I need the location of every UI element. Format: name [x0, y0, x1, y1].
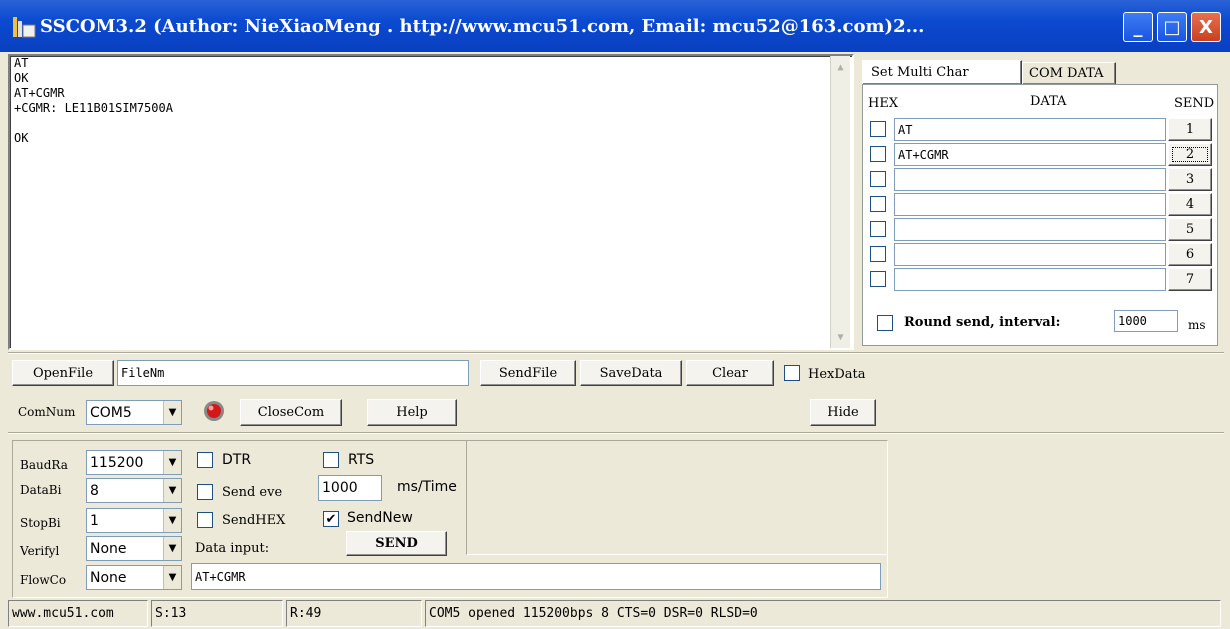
rts-label: RTS [348, 452, 375, 468]
baud-select[interactable]: 115200 ▼ [86, 450, 182, 475]
help-button[interactable]: Help [367, 399, 457, 426]
tab-com-data[interactable]: COM DATA [1022, 62, 1116, 84]
multi-data-input[interactable] [894, 243, 1166, 266]
multi-send-button[interactable]: 5 [1168, 218, 1212, 241]
stopbits-label: StopBi [20, 516, 61, 530]
multi-data-input[interactable]: AT [894, 118, 1166, 141]
chevron-down-icon[interactable]: ▼ [163, 509, 181, 532]
send-hex-checkbox[interactable] [197, 512, 213, 528]
round-send-label: Round send, interval: [904, 314, 1061, 330]
app-icon [13, 17, 36, 38]
window-title: SSCOM3.2 (Author: NieXiaoMeng . http://w… [40, 16, 925, 37]
close-icon: X [1199, 16, 1213, 38]
round-interval-unit: ms [1188, 318, 1206, 332]
chevron-down-icon[interactable]: ▼ [163, 566, 181, 589]
multi-char-panel: Set Multi Char COM DATA HEX DATA SEND AT… [858, 54, 1224, 350]
scroll-up-icon[interactable]: ▲ [831, 58, 850, 76]
baud-label: BaudRa [20, 458, 68, 472]
status-site: www.mcu51.com [8, 600, 148, 627]
open-file-button[interactable]: OpenFile [12, 360, 114, 386]
hex-checkbox[interactable] [870, 246, 886, 262]
close-button[interactable]: X [1191, 12, 1221, 42]
title-bar[interactable]: SSCOM3.2 (Author: NieXiaoMeng . http://w… [0, 0, 1230, 52]
hide-button[interactable]: Hide [810, 399, 876, 426]
save-data-button[interactable]: SaveData [580, 360, 682, 386]
send-new-checkbox[interactable]: ✔ [323, 511, 339, 527]
status-sent-count: S:13 [151, 600, 283, 627]
round-send-checkbox[interactable] [877, 315, 893, 331]
divider [8, 432, 1224, 434]
tab-set-multi-char[interactable]: Set Multi Char [862, 60, 1022, 84]
data-header: DATA [1030, 93, 1067, 109]
main-window: SSCOM3.2 (Author: NieXiaoMeng . http://w… [0, 0, 1230, 629]
maximize-button[interactable]: □ [1157, 12, 1187, 42]
multi-data-input[interactable]: AT+CGMR [894, 143, 1166, 166]
status-received-count: R:49 [286, 600, 422, 627]
verify-select[interactable]: None ▼ [86, 536, 182, 561]
dtr-checkbox[interactable] [197, 452, 213, 468]
divider [8, 352, 1224, 354]
multi-send-button[interactable]: 2 [1168, 143, 1212, 166]
multi-data-input[interactable] [894, 193, 1166, 216]
output-scrollbar[interactable]: ▲ ▼ [830, 56, 850, 348]
hex-data-label: HexData [808, 366, 866, 382]
chevron-down-icon[interactable]: ▼ [163, 401, 181, 424]
send-every-label: Send eve [222, 484, 283, 500]
multi-data-input[interactable] [894, 218, 1166, 241]
multi-send-button[interactable]: 4 [1168, 193, 1212, 216]
file-name-input[interactable]: FileNm [117, 360, 469, 386]
send-file-button[interactable]: SendFile [480, 360, 576, 386]
output-text[interactable]: AT OK AT+CGMR +CGMR: LE11B01SIM7500A OK [12, 56, 827, 346]
round-interval-input[interactable]: 1000 [1114, 310, 1178, 332]
multi-send-button[interactable]: 1 [1168, 118, 1212, 141]
databits-select[interactable]: 8 ▼ [86, 478, 182, 503]
minimize-button[interactable]: _ [1123, 12, 1153, 42]
maximize-icon: □ [1163, 16, 1181, 38]
send-interval-unit: ms/Time [397, 479, 457, 495]
close-com-button[interactable]: CloseCom [240, 399, 342, 426]
dtr-label: DTR [222, 452, 252, 468]
multi-data-input[interactable] [894, 268, 1166, 291]
multi-data-input[interactable] [894, 168, 1166, 191]
status-port: COM5 opened 115200bps 8 CTS=0 DSR=0 RLSD… [425, 600, 1221, 627]
send-button[interactable]: SEND [346, 531, 447, 556]
verify-label: Verifyl [20, 544, 60, 558]
send-hex-label: SendHEX [222, 512, 286, 528]
receive-info-group [466, 440, 888, 555]
multi-send-button[interactable]: 6 [1168, 243, 1212, 266]
send-header: SEND [1174, 95, 1215, 111]
scroll-down-icon[interactable]: ▼ [831, 328, 850, 346]
hex-checkbox[interactable] [870, 121, 886, 137]
hex-data-checkbox[interactable] [784, 365, 800, 381]
chevron-down-icon[interactable]: ▼ [163, 479, 181, 502]
hex-checkbox[interactable] [870, 196, 886, 212]
rts-checkbox[interactable] [323, 452, 339, 468]
flow-select[interactable]: None ▼ [86, 565, 182, 590]
hex-checkbox[interactable] [870, 171, 886, 187]
databits-label: DataBi [20, 483, 62, 497]
data-input-label: Data input: [195, 540, 270, 556]
clear-button[interactable]: Clear [686, 360, 774, 386]
flow-label: FlowCo [20, 573, 67, 587]
com-num-select[interactable]: COM5 ▼ [86, 400, 182, 425]
send-new-label: SendNew [347, 510, 413, 526]
data-input-field[interactable]: AT+CGMR [191, 563, 881, 590]
hex-checkbox[interactable] [870, 146, 886, 162]
chevron-down-icon[interactable]: ▼ [163, 537, 181, 560]
send-every-checkbox[interactable] [197, 484, 213, 500]
com-num-label: ComNum [18, 405, 76, 419]
multi-send-button[interactable]: 7 [1168, 268, 1212, 291]
send-interval-input[interactable]: 1000 [318, 475, 382, 501]
hex-checkbox[interactable] [870, 271, 886, 287]
hex-checkbox[interactable] [870, 221, 886, 237]
chevron-down-icon[interactable]: ▼ [163, 451, 181, 474]
stopbits-select[interactable]: 1 ▼ [86, 508, 182, 533]
multi-send-button[interactable]: 3 [1168, 168, 1212, 191]
hex-header: HEX [868, 95, 899, 111]
minimize-icon: _ [1133, 16, 1143, 38]
port-status-led-icon [204, 401, 224, 421]
